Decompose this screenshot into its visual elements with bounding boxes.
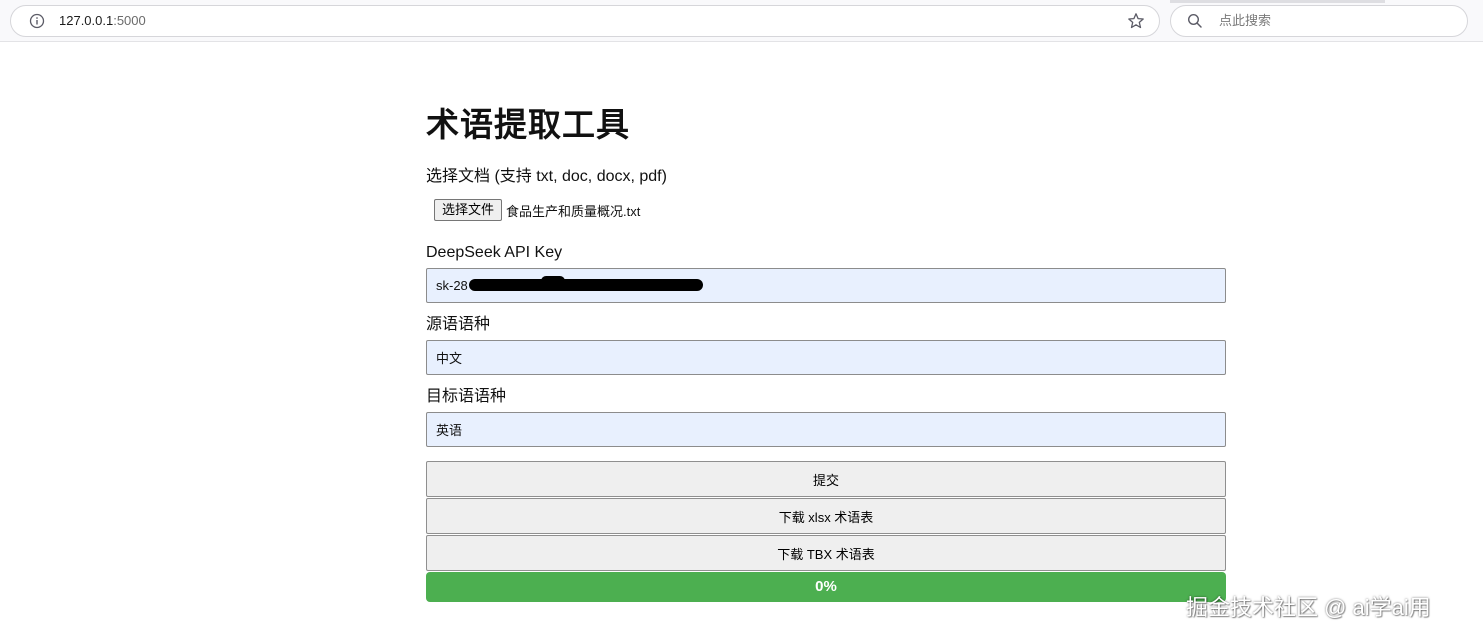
file-picker: 选择文件 食品生产和质量概况.txt [434,199,1226,221]
search-bar[interactable]: 点此搜索 [1170,5,1468,37]
redaction-mark [469,279,703,291]
url-port: :5000 [113,13,146,28]
api-key-label: DeepSeek API Key [426,244,563,261]
bookmark-star-icon[interactable] [1127,12,1145,30]
info-icon[interactable] [29,13,45,29]
download-tbx-button[interactable]: 下载 TBX 术语表 [426,535,1226,571]
tab-strip-edge [1170,0,1385,3]
term-extraction-form: 术语提取工具 选择文档 (支持 txt, doc, docx, pdf) 选择文… [426,100,1226,602]
submit-button[interactable]: 提交 [426,461,1226,497]
browser-toolbar: 127.0.0.1:5000 点此搜索 [0,0,1483,42]
progress-bar: 0% [426,572,1226,602]
target-language-input[interactable] [426,412,1226,447]
action-buttons: 提交 下载 xlsx 术语表 下载 TBX 术语表 [426,461,1226,571]
redaction-mark-bump [541,276,565,286]
selected-file-name: 食品生产和质量概况.txt [506,203,641,219]
search-placeholder: 点此搜索 [1219,13,1272,28]
api-key-field-wrapper [426,268,1226,303]
download-xlsx-button[interactable]: 下载 xlsx 术语表 [426,498,1226,534]
choose-file-button[interactable]: 选择文件 [434,199,503,221]
source-language-label: 源语语种 [426,316,491,333]
url-host: 127.0.0.1 [59,13,114,28]
search-icon [1187,13,1203,29]
page-title: 术语提取工具 [426,106,630,143]
url-text[interactable]: 127.0.0.1:5000 [59,13,146,29]
target-language-label: 目标语语种 [426,388,507,405]
source-language-input[interactable] [426,340,1226,375]
file-label: 选择文档 (支持 txt, doc, docx, pdf) [426,168,667,185]
progress-text: 0% [815,578,837,595]
address-bar[interactable]: 127.0.0.1:5000 [10,5,1160,37]
watermark: 掘金技术社区 @ ai学ai用 [1186,595,1431,620]
